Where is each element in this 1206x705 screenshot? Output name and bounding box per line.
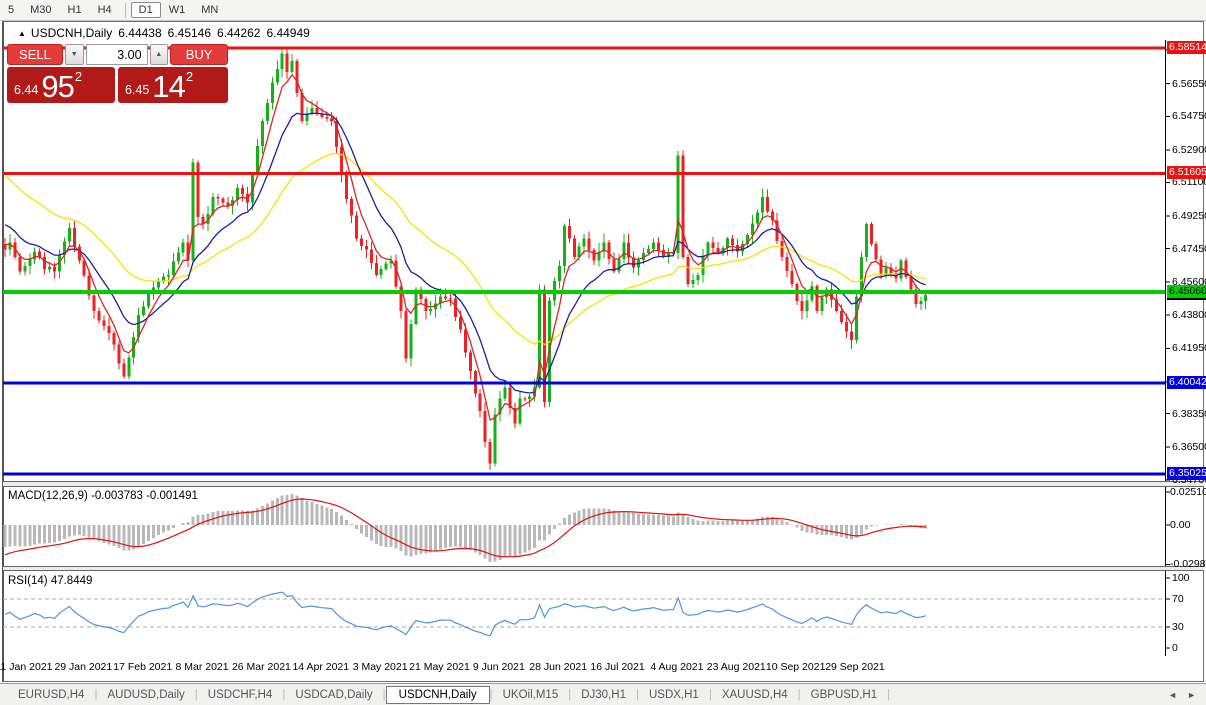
price-tag: 6.51605 (1167, 166, 1206, 179)
symbol-marker-icon: ▲ (18, 29, 26, 38)
rsi-label: RSI(14) 47.8449 (8, 575, 92, 587)
buy-price-point: 2 (186, 69, 193, 84)
date-label: 17 Feb 2021 (111, 661, 175, 673)
price-tick-label: 6.41950 (1172, 342, 1206, 354)
ohlc-high: 6.45146 (168, 26, 211, 40)
price-tag: 6.40042 (1167, 376, 1206, 389)
sell-price-pips: 95 (41, 72, 73, 101)
volume-decrease-button[interactable]: ▼ (65, 44, 84, 65)
sell-price-prefix: 6.44 (14, 83, 38, 97)
date-label: 4 Aug 2021 (645, 661, 709, 673)
buy-price-display[interactable]: 6.45 14 2 (118, 67, 228, 103)
timeframe-button-mn[interactable]: MN (193, 2, 226, 18)
symbol-name: USDCNH,Daily (31, 26, 112, 40)
price-tick-label: 6.54750 (1172, 110, 1206, 122)
price-tick-label: 6.36500 (1172, 441, 1206, 453)
spinner-up-icon: ▲ (155, 51, 162, 58)
date-label: 29 Jan 2021 (51, 661, 115, 673)
price-tick-label: 6.49250 (1172, 210, 1206, 222)
macd-tick-label: -0.02988 (1170, 558, 1206, 570)
tab-usdcnh[interactable]: USDCNH,Daily (386, 686, 490, 704)
date-label: 8 Mar 2021 (170, 661, 234, 673)
tabs-scroll-left-button[interactable]: ◄ (1168, 690, 1177, 700)
sell-button[interactable]: SELL (7, 44, 63, 65)
sell-price-point: 2 (75, 69, 82, 84)
chart-symbol-header: ▲ USDCNH,Daily 6.44438 6.45146 6.44262 6.4494… (18, 26, 310, 40)
date-label: 9 Jun 2021 (467, 661, 531, 673)
volume-input[interactable] (86, 44, 148, 65)
sell-price-display[interactable]: 6.44 95 2 (7, 67, 115, 103)
timeframe-toolbar: 5M30H1H4 D1W1MN (0, 0, 1206, 21)
tab-separator: | (887, 689, 890, 701)
chart-tabs: EURUSD,H4|AUDUSD,Daily|USDCHF,H4|USDCAD,… (0, 683, 1206, 705)
rsi-tick-label: 70 (1172, 593, 1184, 605)
date-label: 21 May 2021 (407, 661, 471, 673)
volume-increase-button[interactable]: ▲ (150, 44, 169, 65)
tab-ukoil[interactable]: UKOil,M15 (493, 687, 569, 703)
price-tick-label: 6.56550 (1172, 78, 1206, 90)
price-tag: 6.35025 (1167, 467, 1206, 480)
spinner-down-icon: ▼ (71, 51, 78, 58)
price-tick-label: 6.47450 (1172, 243, 1206, 255)
panel-splitter[interactable] (3, 566, 1204, 571)
buy-price-prefix: 6.45 (125, 83, 149, 97)
rsi-tick-label: 0 (1172, 642, 1178, 654)
toolbar-divider (125, 3, 126, 18)
timeframe-button-d1[interactable]: D1 (131, 2, 161, 18)
price-tag: 6.45060 (1167, 285, 1206, 298)
rsi-tick-label: 30 (1172, 621, 1184, 633)
rsi-tick-label: 100 (1172, 572, 1190, 584)
tab-xauusd[interactable]: XAUUSD,H4 (712, 687, 798, 703)
date-label: 29 Sep 2021 (823, 661, 887, 673)
rsi-indicator-chart[interactable] (0, 571, 1206, 656)
date-label: 11 Jan 2021 (0, 661, 56, 673)
ohlc-low: 6.44262 (217, 26, 260, 40)
timeframe-button-m30[interactable]: M30 (22, 2, 59, 18)
macd-label: MACD(12,26,9) -0.003783 -0.001491 (8, 490, 198, 502)
timeframe-button-w1[interactable]: W1 (161, 2, 194, 18)
date-label: 26 Mar 2021 (229, 661, 293, 673)
macd-tick-label: 0.00 (1170, 519, 1190, 531)
date-label: 16 Jul 2021 (586, 661, 650, 673)
price-tick-label: 6.43800 (1172, 309, 1206, 321)
panel-splitter[interactable] (3, 481, 1204, 487)
date-label: 23 Aug 2021 (704, 661, 768, 673)
date-label: 14 Apr 2021 (289, 661, 353, 673)
one-click-trading-panel: SELL ▼ ▲ BUY 6.44 95 2 6.45 14 2 (7, 44, 228, 103)
timeframe-button-h1[interactable]: H1 (60, 2, 90, 18)
price-tag: 6.58514 (1167, 41, 1206, 54)
mt4-application: 5M30H1H4D1W1MN ▲USDCNH,Daily6.444386.451… (0, 0, 1206, 705)
price-tick-label: 6.52900 (1172, 144, 1206, 156)
tab-usdx[interactable]: USDX,H1 (639, 687, 709, 703)
buy-button[interactable]: BUY (170, 44, 228, 65)
tabs-scroll-right-button[interactable]: ► (1187, 690, 1196, 700)
price-chart[interactable] (0, 40, 1206, 481)
timeframe-button-5[interactable]: 5 (0, 2, 22, 18)
date-label: 28 Jun 2021 (526, 661, 590, 673)
ohlc-close: 6.44949 (266, 26, 309, 40)
buy-price-pips: 14 (152, 72, 184, 101)
price-tick-label: 6.38350 (1172, 408, 1206, 420)
tab-eurusd[interactable]: EURUSD,H4 (8, 687, 94, 703)
ohlc-open: 6.44438 (118, 26, 161, 40)
tab-dj30[interactable]: DJ30,H1 (571, 687, 636, 703)
date-label: 10 Sep 2021 (764, 661, 828, 673)
date-label: 3 May 2021 (348, 661, 412, 673)
tab-usdcad[interactable]: USDCAD,Daily (285, 687, 382, 703)
timeframe-button-h4[interactable]: H4 (90, 2, 120, 18)
tab-usdchf[interactable]: USDCHF,H4 (198, 687, 283, 703)
macd-tick-label: 0.025108 (1170, 486, 1206, 498)
tab-audusd[interactable]: AUDUSD,Daily (97, 687, 194, 703)
tab-gbpusd[interactable]: GBPUSD,H1 (801, 687, 887, 703)
